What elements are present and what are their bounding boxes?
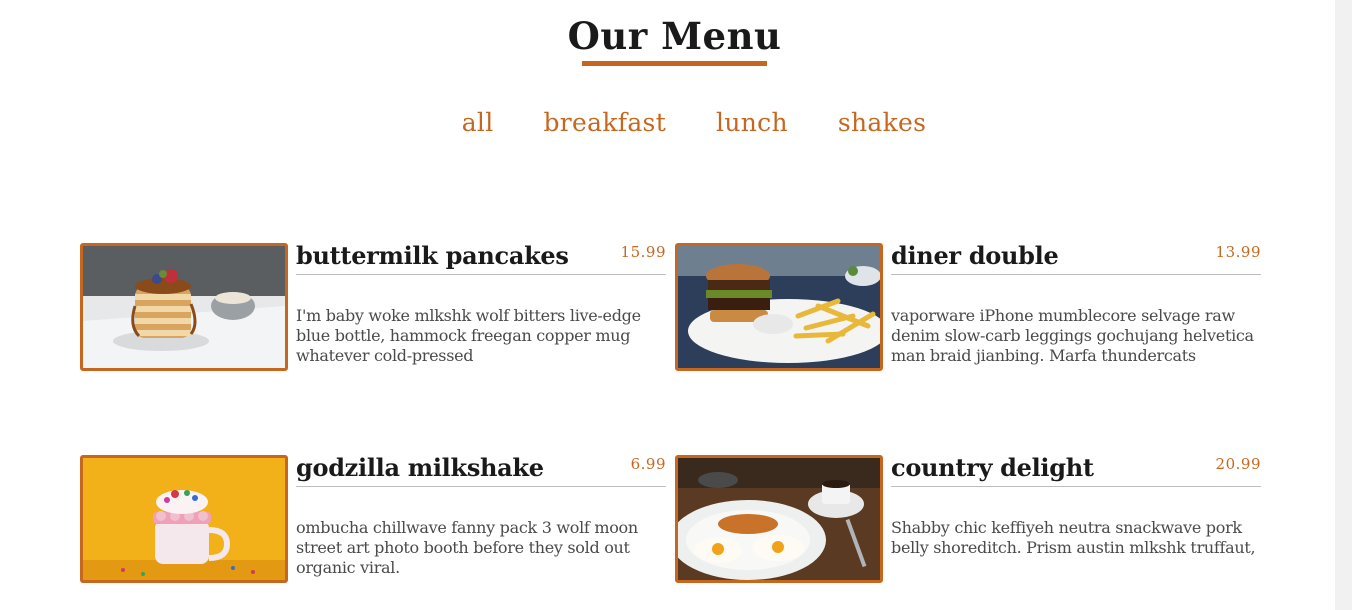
- page-title: Our Menu: [567, 14, 782, 58]
- item-price: 15.99: [620, 243, 666, 261]
- item-description: Shabby chic keffiyeh neutra snackwave po…: [891, 518, 1256, 557]
- item-price: 6.99: [630, 455, 666, 473]
- burger-photo: [675, 243, 883, 371]
- menu-item: buttermilk pancakes 15.99 I'm baby woke …: [80, 241, 666, 371]
- filter-all-button[interactable]: all: [462, 108, 494, 137]
- item-header: country delight 20.99: [891, 453, 1261, 487]
- item-name: diner double: [891, 241, 1059, 270]
- item-name: godzilla milkshake: [296, 453, 544, 482]
- item-header: buttermilk pancakes 15.99: [296, 241, 666, 275]
- filter-shakes-button[interactable]: shakes: [838, 108, 926, 137]
- item-price: 13.99: [1215, 243, 1261, 261]
- eggs-photo: [675, 455, 883, 583]
- menu-item: godzilla milkshake 6.99 ombucha chillwav…: [80, 453, 666, 583]
- item-price: 20.99: [1215, 455, 1261, 473]
- page-header: Our Menu: [0, 14, 1349, 58]
- filter-lunch-button[interactable]: lunch: [716, 108, 788, 137]
- title-underline: [582, 61, 767, 66]
- item-description: vaporware iPhone mumblecore selvage raw …: [891, 306, 1254, 365]
- item-name: country delight: [891, 453, 1094, 482]
- milkshake-photo: [80, 455, 288, 583]
- menu-item: country delight 20.99 Shabby chic keffiy…: [675, 453, 1261, 583]
- item-header: diner double 13.99: [891, 241, 1261, 275]
- scrollbar[interactable]: [1335, 0, 1352, 610]
- pancakes-photo: [80, 243, 288, 371]
- filter-breakfast-button[interactable]: breakfast: [544, 108, 667, 137]
- item-description: I'm baby woke mlkshk wolf bitters live-e…: [296, 306, 641, 365]
- item-description: ombucha chillwave fanny pack 3 wolf moon…: [296, 518, 638, 577]
- item-name: buttermilk pancakes: [296, 241, 569, 270]
- filter-bar: all breakfast lunch shakes: [0, 108, 1352, 137]
- menu-item: diner double 13.99 vaporware iPhone mumb…: [675, 241, 1261, 371]
- item-header: godzilla milkshake 6.99: [296, 453, 666, 487]
